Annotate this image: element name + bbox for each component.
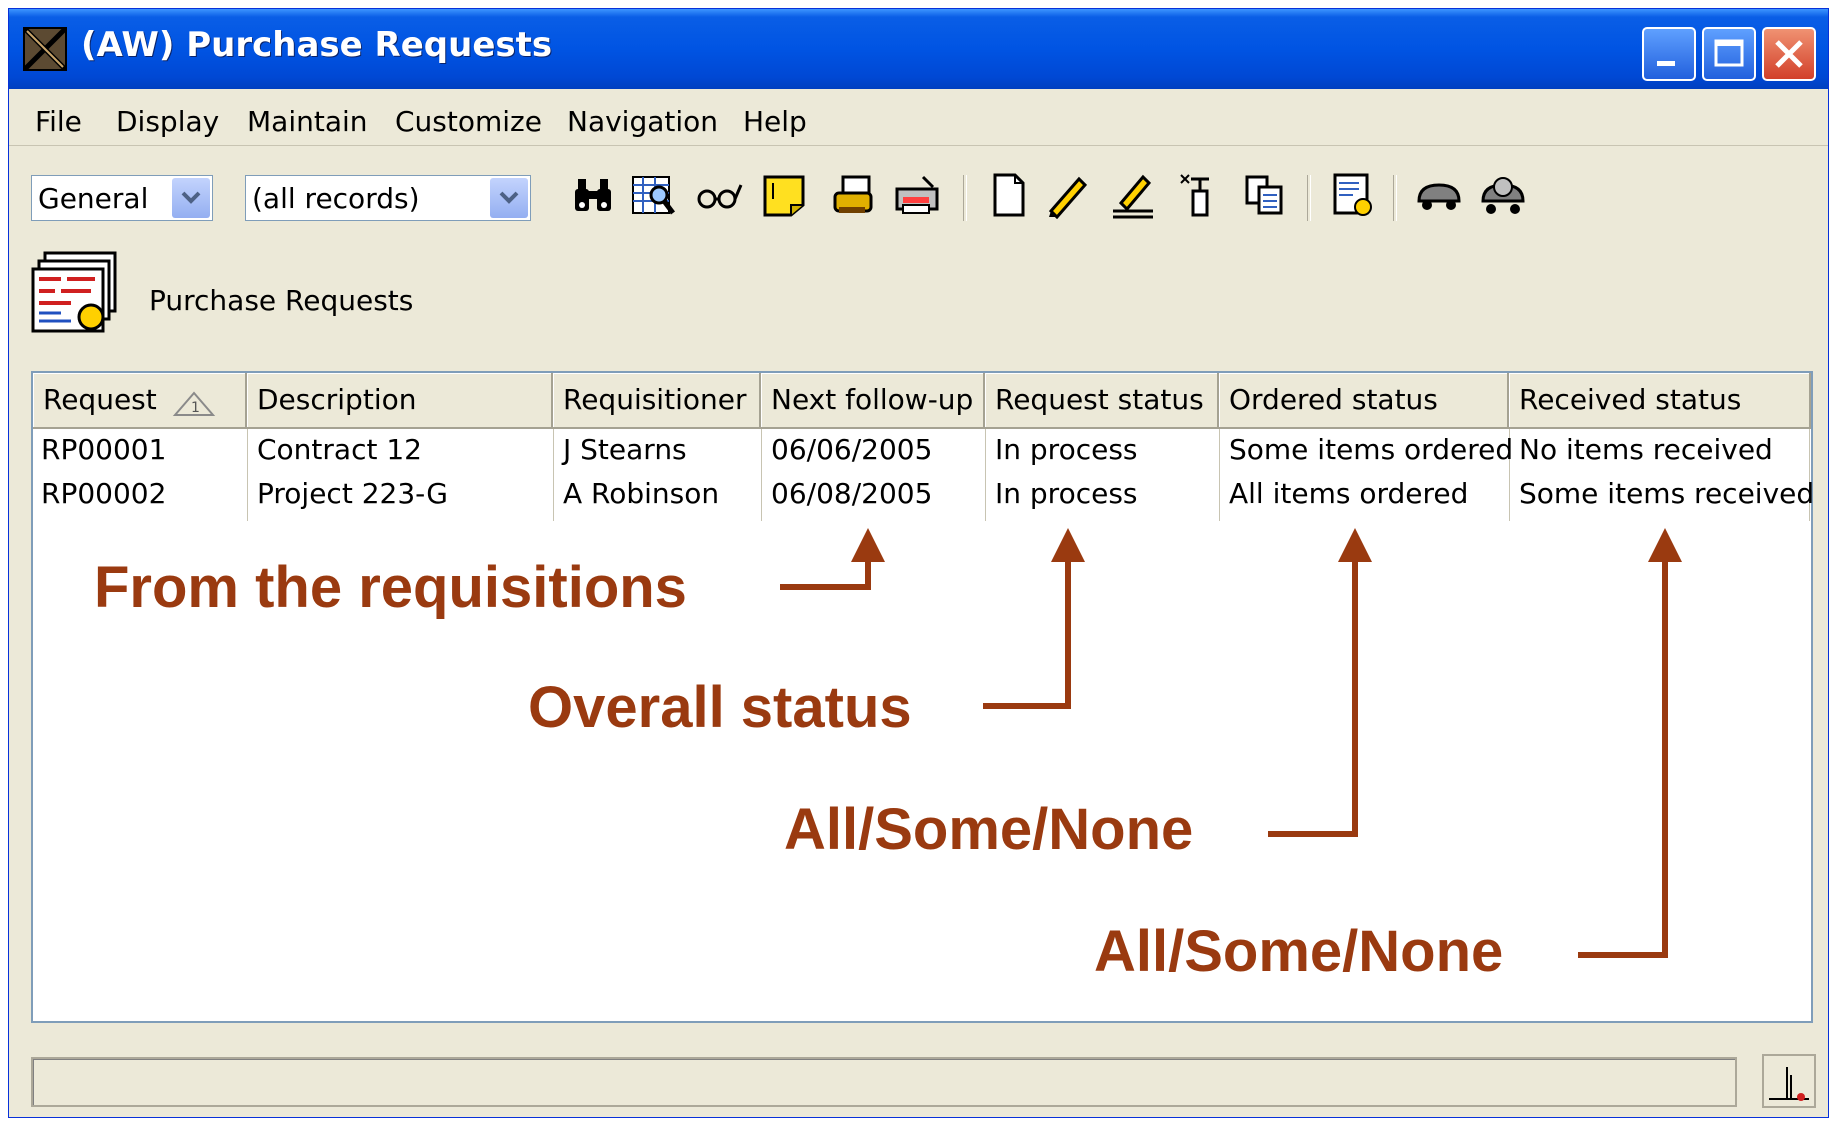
annotation-from-requisitions: From the requisitions [94,555,687,620]
annotation-ordered-status: All/Some/None [784,797,1194,862]
annotation-overall-status: Overall status [528,675,912,740]
annotation-received-status: All/Some/None [1094,919,1504,984]
